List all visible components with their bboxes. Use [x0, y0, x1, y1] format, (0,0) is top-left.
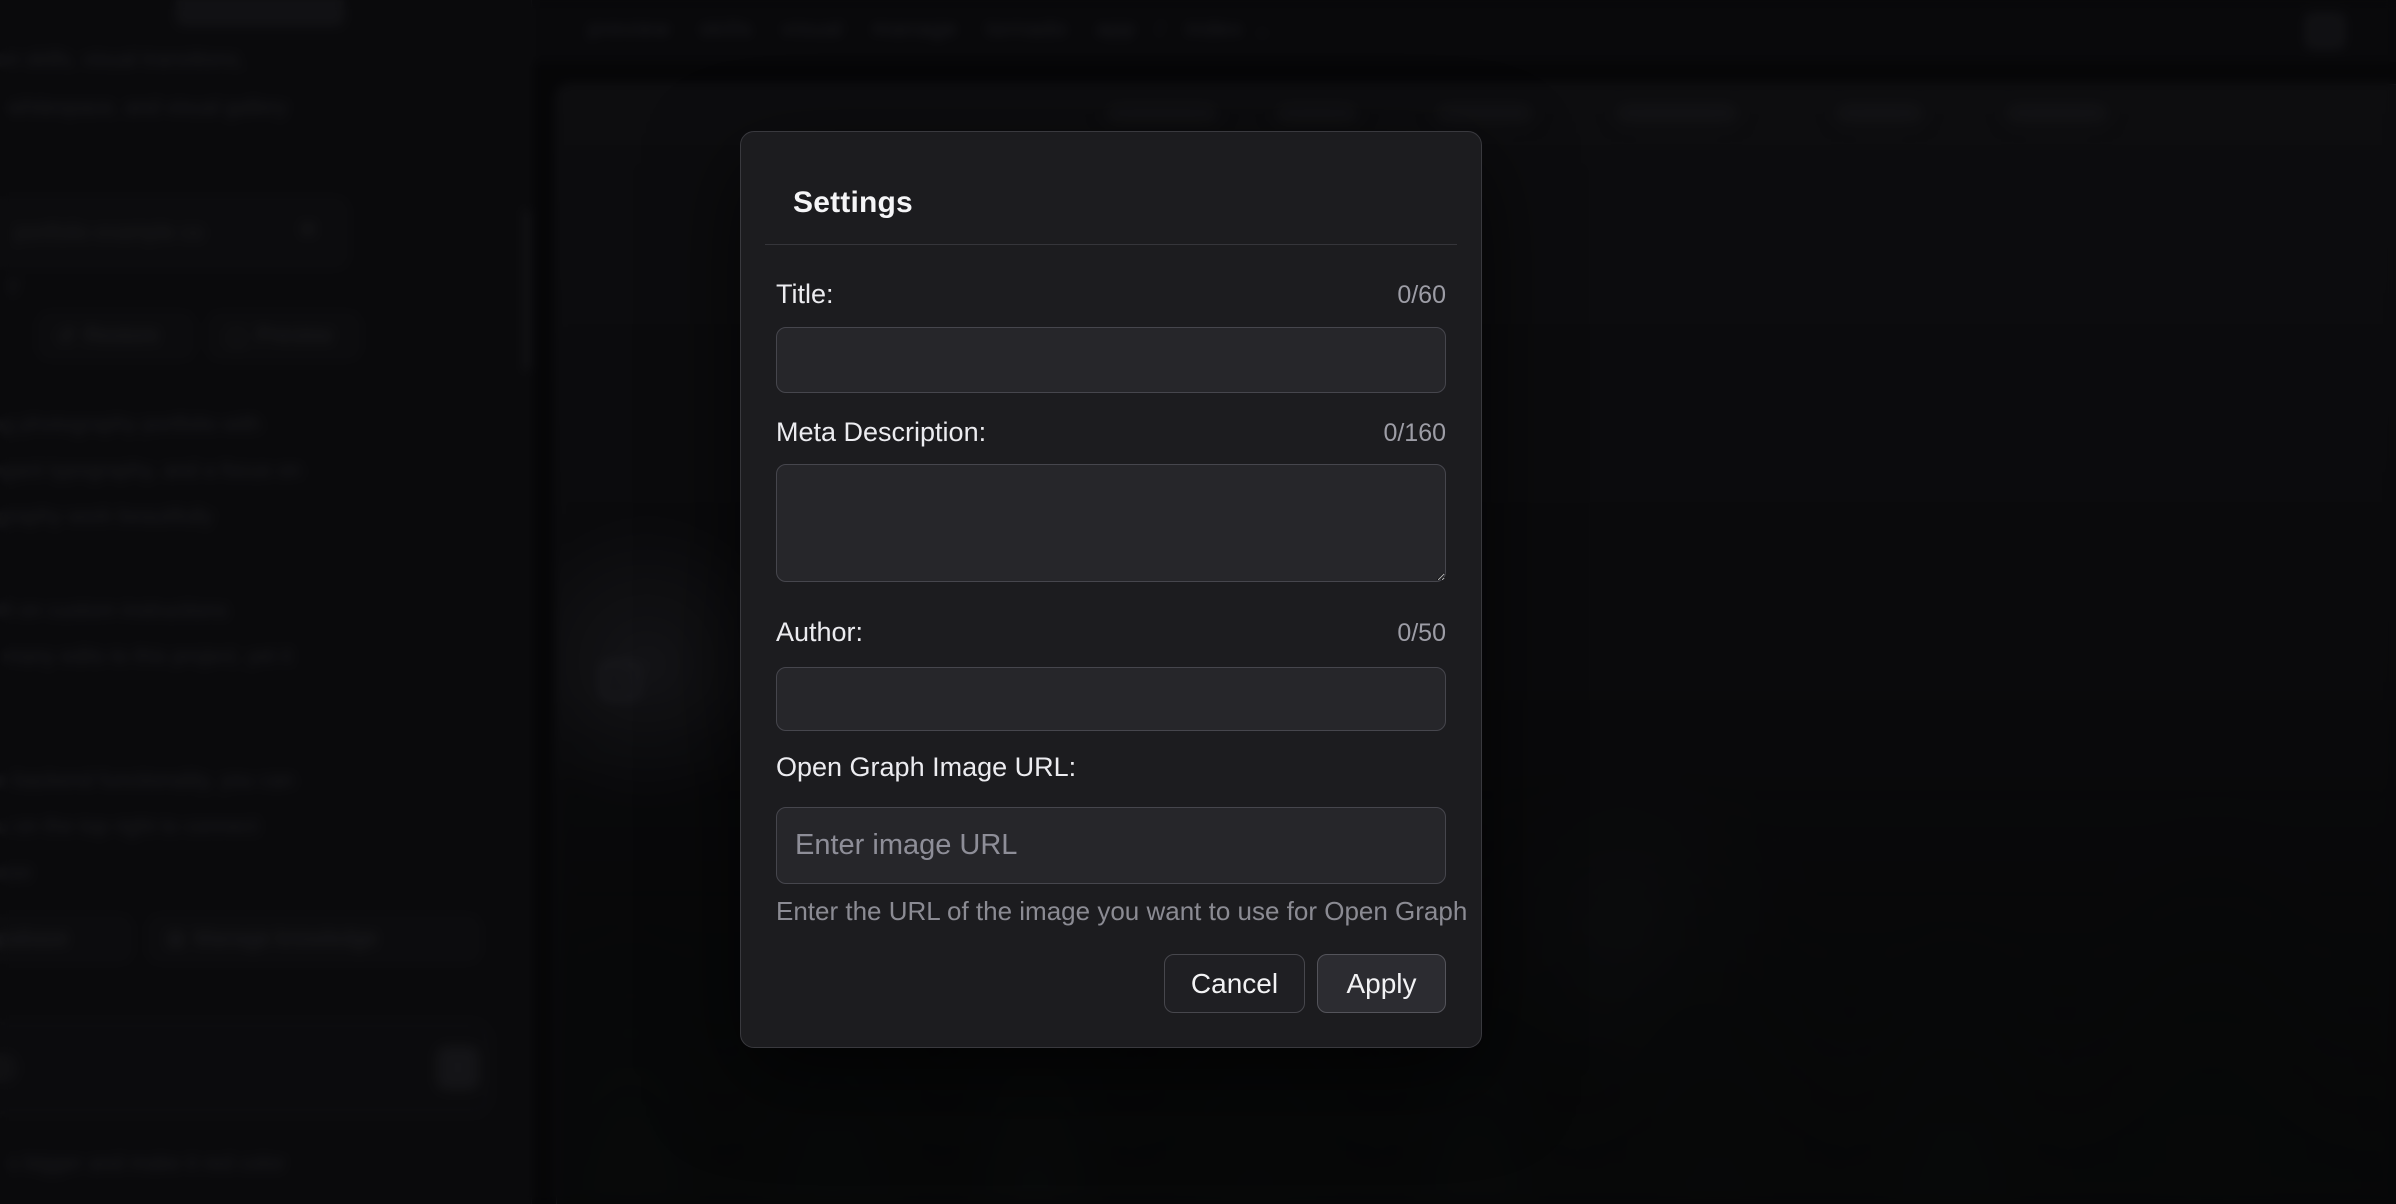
og-image-url-help-text: Enter the URL of the image you want to u…	[776, 896, 1467, 927]
og-image-url-label: Open Graph Image URL:	[776, 752, 1076, 783]
title-field-label: Title:	[776, 279, 834, 310]
title-input[interactable]	[776, 327, 1446, 393]
meta-description-textarea[interactable]	[776, 464, 1446, 582]
meta-description-label: Meta Description:	[776, 417, 986, 448]
author-field-label: Author:	[776, 617, 863, 648]
meta-description-char-counter: 0/160	[1383, 419, 1446, 448]
apply-button[interactable]: Apply	[1317, 954, 1446, 1013]
og-image-url-input[interactable]	[776, 807, 1446, 884]
settings-dialog: Settings Title: 0/60 Meta Description: 0…	[740, 131, 1482, 1048]
cancel-button[interactable]: Cancel	[1164, 954, 1305, 1013]
author-input[interactable]	[776, 667, 1446, 731]
cancel-button-label: Cancel	[1191, 968, 1278, 1000]
apply-button-label: Apply	[1346, 968, 1416, 1000]
title-char-counter: 0/60	[1397, 281, 1446, 310]
divider	[765, 244, 1457, 245]
dialog-title: Settings	[793, 186, 913, 220]
author-char-counter: 0/50	[1397, 619, 1446, 648]
